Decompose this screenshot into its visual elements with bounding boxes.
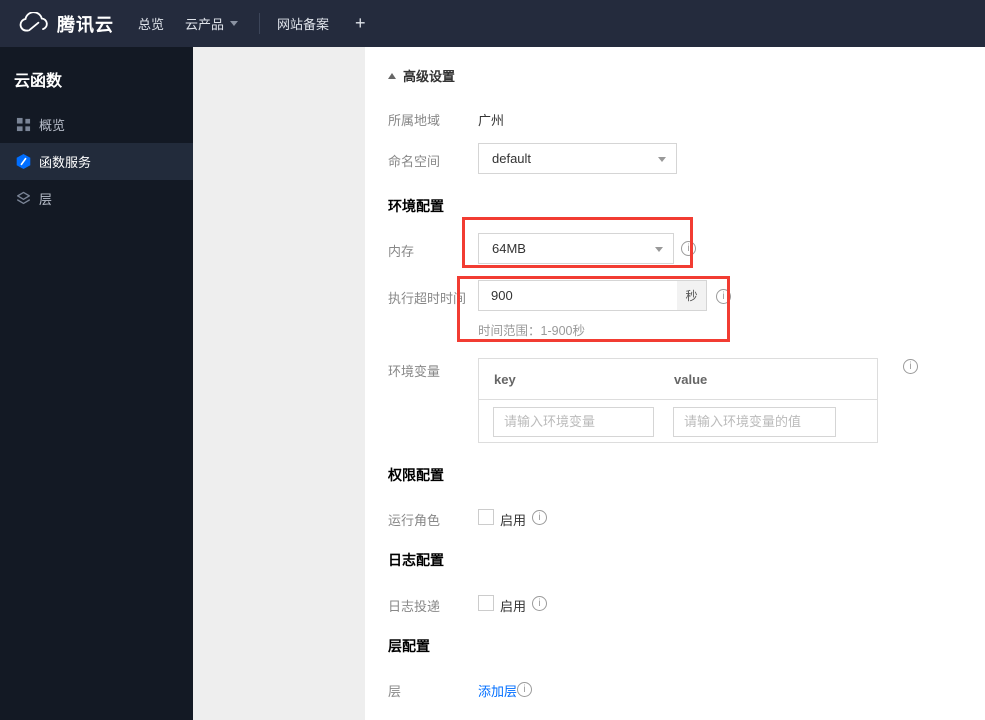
layers-icon bbox=[14, 190, 32, 208]
top-navbar: 腾讯云 总览 云产品 网站备案 + bbox=[0, 0, 985, 47]
nav-cloud-products[interactable]: 云产品 bbox=[185, 0, 239, 47]
value-column-header: value bbox=[674, 371, 708, 387]
chevron-down-icon bbox=[655, 247, 663, 252]
key-column-header: key bbox=[494, 371, 516, 387]
env-vars-label: 环境变量 bbox=[388, 364, 441, 379]
sidebar-title: 云函数 bbox=[14, 73, 63, 90]
cloud-logo-icon bbox=[18, 12, 48, 35]
region-value: 广州 bbox=[478, 113, 505, 128]
timeout-unit: 秒 bbox=[677, 280, 707, 311]
nav-divider bbox=[259, 13, 260, 34]
grid-icon bbox=[14, 116, 32, 134]
log-delivery-label: 日志投递 bbox=[388, 599, 441, 614]
layer-config-header: 层配置 bbox=[388, 638, 430, 654]
env-vars-table: key value bbox=[478, 358, 878, 443]
secondary-panel bbox=[193, 47, 365, 720]
env-config-header: 环境配置 bbox=[388, 198, 444, 214]
advanced-settings-toggle[interactable]: 高级设置 bbox=[388, 66, 455, 85]
timeout-range-hint: 时间范围：1-900秒 bbox=[478, 324, 585, 338]
sidebar: 云函数 概览 函数服务 层 bbox=[0, 47, 193, 720]
sidebar-item-label: 层 bbox=[39, 192, 53, 207]
region-label: 所属地域 bbox=[388, 113, 441, 128]
timeout-info-icon[interactable] bbox=[716, 289, 731, 304]
namespace-selected-value: default bbox=[492, 151, 532, 166]
brand-name: 腾讯云 bbox=[57, 14, 114, 35]
namespace-label: 命名空间 bbox=[388, 154, 441, 169]
env-vars-row bbox=[479, 400, 877, 443]
run-role-checkbox[interactable] bbox=[478, 509, 494, 525]
run-role-info-icon[interactable] bbox=[532, 510, 547, 525]
log-delivery-enable-label: 启用 bbox=[500, 599, 527, 614]
log-delivery-checkbox[interactable] bbox=[478, 595, 494, 611]
namespace-select[interactable]: default bbox=[478, 143, 677, 174]
memory-info-icon[interactable] bbox=[681, 241, 696, 256]
run-role-enable-label: 启用 bbox=[500, 513, 527, 528]
sidebar-item-layers[interactable]: 层 bbox=[0, 180, 193, 217]
advanced-settings-label: 高级设置 bbox=[403, 69, 456, 84]
chevron-down-icon bbox=[658, 157, 666, 162]
env-var-value-input[interactable] bbox=[673, 406, 836, 437]
sidebar-item-overview[interactable]: 概览 bbox=[0, 106, 193, 143]
sidebar-item-function-service[interactable]: 函数服务 bbox=[0, 143, 193, 180]
layer-info-icon[interactable] bbox=[517, 682, 532, 697]
function-hexagon-icon bbox=[14, 153, 32, 171]
memory-label: 内存 bbox=[388, 244, 415, 259]
layer-label: 层 bbox=[388, 684, 402, 699]
chevron-down-icon bbox=[230, 21, 239, 26]
sidebar-item-label: 概览 bbox=[39, 118, 66, 133]
add-layer-link[interactable]: 添加层 bbox=[478, 681, 517, 700]
timeout-input[interactable] bbox=[478, 280, 678, 311]
env-vars-table-header: key value bbox=[479, 359, 877, 400]
timeout-label: 执行超时时间 bbox=[388, 291, 467, 306]
permission-config-header: 权限配置 bbox=[388, 467, 444, 483]
nav-icp-filing[interactable]: 网站备案 bbox=[277, 0, 329, 47]
sidebar-menu: 概览 函数服务 层 bbox=[0, 106, 193, 217]
memory-select[interactable]: 64MB bbox=[478, 233, 674, 264]
sidebar-item-label: 函数服务 bbox=[39, 155, 92, 170]
memory-selected-value: 64MB bbox=[492, 241, 526, 256]
tencent-cloud-logo[interactable]: 腾讯云 bbox=[18, 0, 114, 47]
env-vars-info-icon[interactable] bbox=[903, 359, 918, 374]
log-config-header: 日志配置 bbox=[388, 552, 444, 568]
nav-overview[interactable]: 总览 bbox=[138, 0, 164, 47]
run-role-label: 运行角色 bbox=[388, 513, 441, 528]
add-tab-button[interactable]: + bbox=[355, 0, 366, 47]
log-delivery-info-icon[interactable] bbox=[532, 596, 547, 611]
collapse-triangle-icon bbox=[388, 72, 396, 79]
env-var-key-input[interactable] bbox=[493, 406, 654, 437]
